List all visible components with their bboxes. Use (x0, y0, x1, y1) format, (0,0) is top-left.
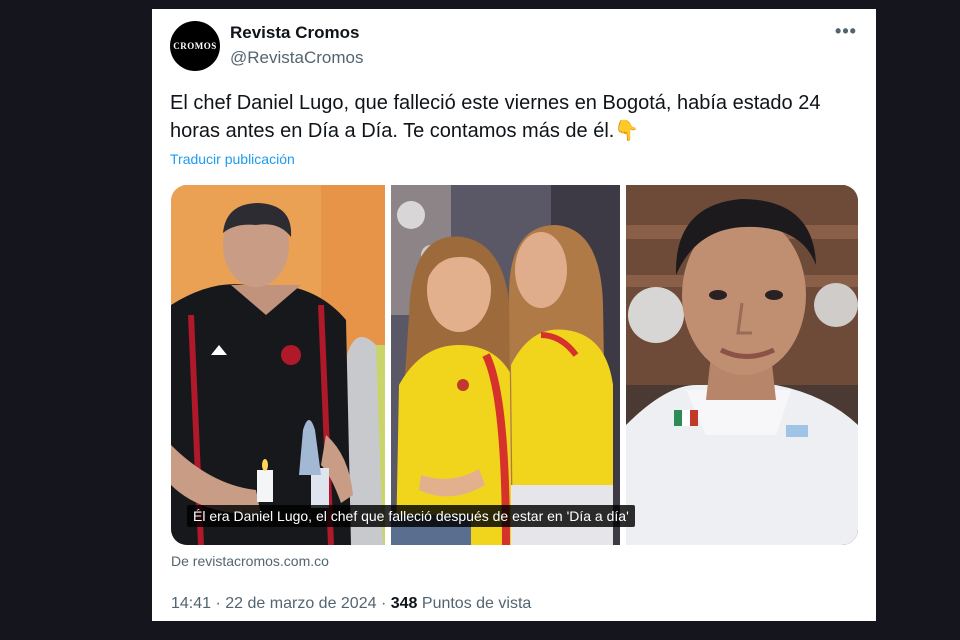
more-icon: ••• (835, 21, 857, 41)
tweet-text: El chef Daniel Lugo, que falleció este v… (170, 89, 860, 145)
media-grid[interactable]: Él era Daniel Lugo, el chef que falleció… (171, 185, 858, 545)
photo-2-illustration (391, 185, 620, 545)
media-photo-2[interactable] (391, 185, 620, 545)
translate-post-link[interactable]: Traducir publicación (170, 151, 295, 167)
media-caption: Él era Daniel Lugo, el chef que falleció… (187, 505, 635, 527)
more-options-button[interactable]: ••• (834, 21, 858, 43)
tweet-time[interactable]: 14:41 (171, 595, 211, 612)
tweet-meta: 14:41 · 22 de marzo de 2024 · 348 Puntos… (171, 595, 531, 613)
author-name[interactable]: Revista Cromos (230, 23, 359, 43)
views-label: Puntos de vista (421, 595, 532, 612)
pointing-down-emoji: 👇 (614, 120, 640, 142)
tweet-body: El chef Daniel Lugo, que falleció este v… (170, 92, 821, 142)
author-avatar[interactable]: CROMOS (170, 21, 220, 71)
meta-separator: · (380, 595, 387, 612)
photo-3-illustration (626, 185, 858, 545)
author-handle[interactable]: @RevistaCromos (230, 48, 363, 68)
avatar-logo: CROMOS (173, 41, 217, 51)
meta-separator: · (215, 595, 221, 612)
photo-1-illustration (171, 185, 385, 545)
tweet-date[interactable]: 22 de marzo de 2024 (225, 595, 376, 612)
tweet-card: CROMOS Revista Cromos @RevistaCromos •••… (152, 9, 876, 621)
media-photo-3[interactable] (626, 185, 858, 545)
media-photo-1[interactable] (171, 185, 385, 545)
link-source[interactable]: De revistacromos.com.co (171, 553, 329, 569)
views-count: 348 (390, 595, 418, 612)
